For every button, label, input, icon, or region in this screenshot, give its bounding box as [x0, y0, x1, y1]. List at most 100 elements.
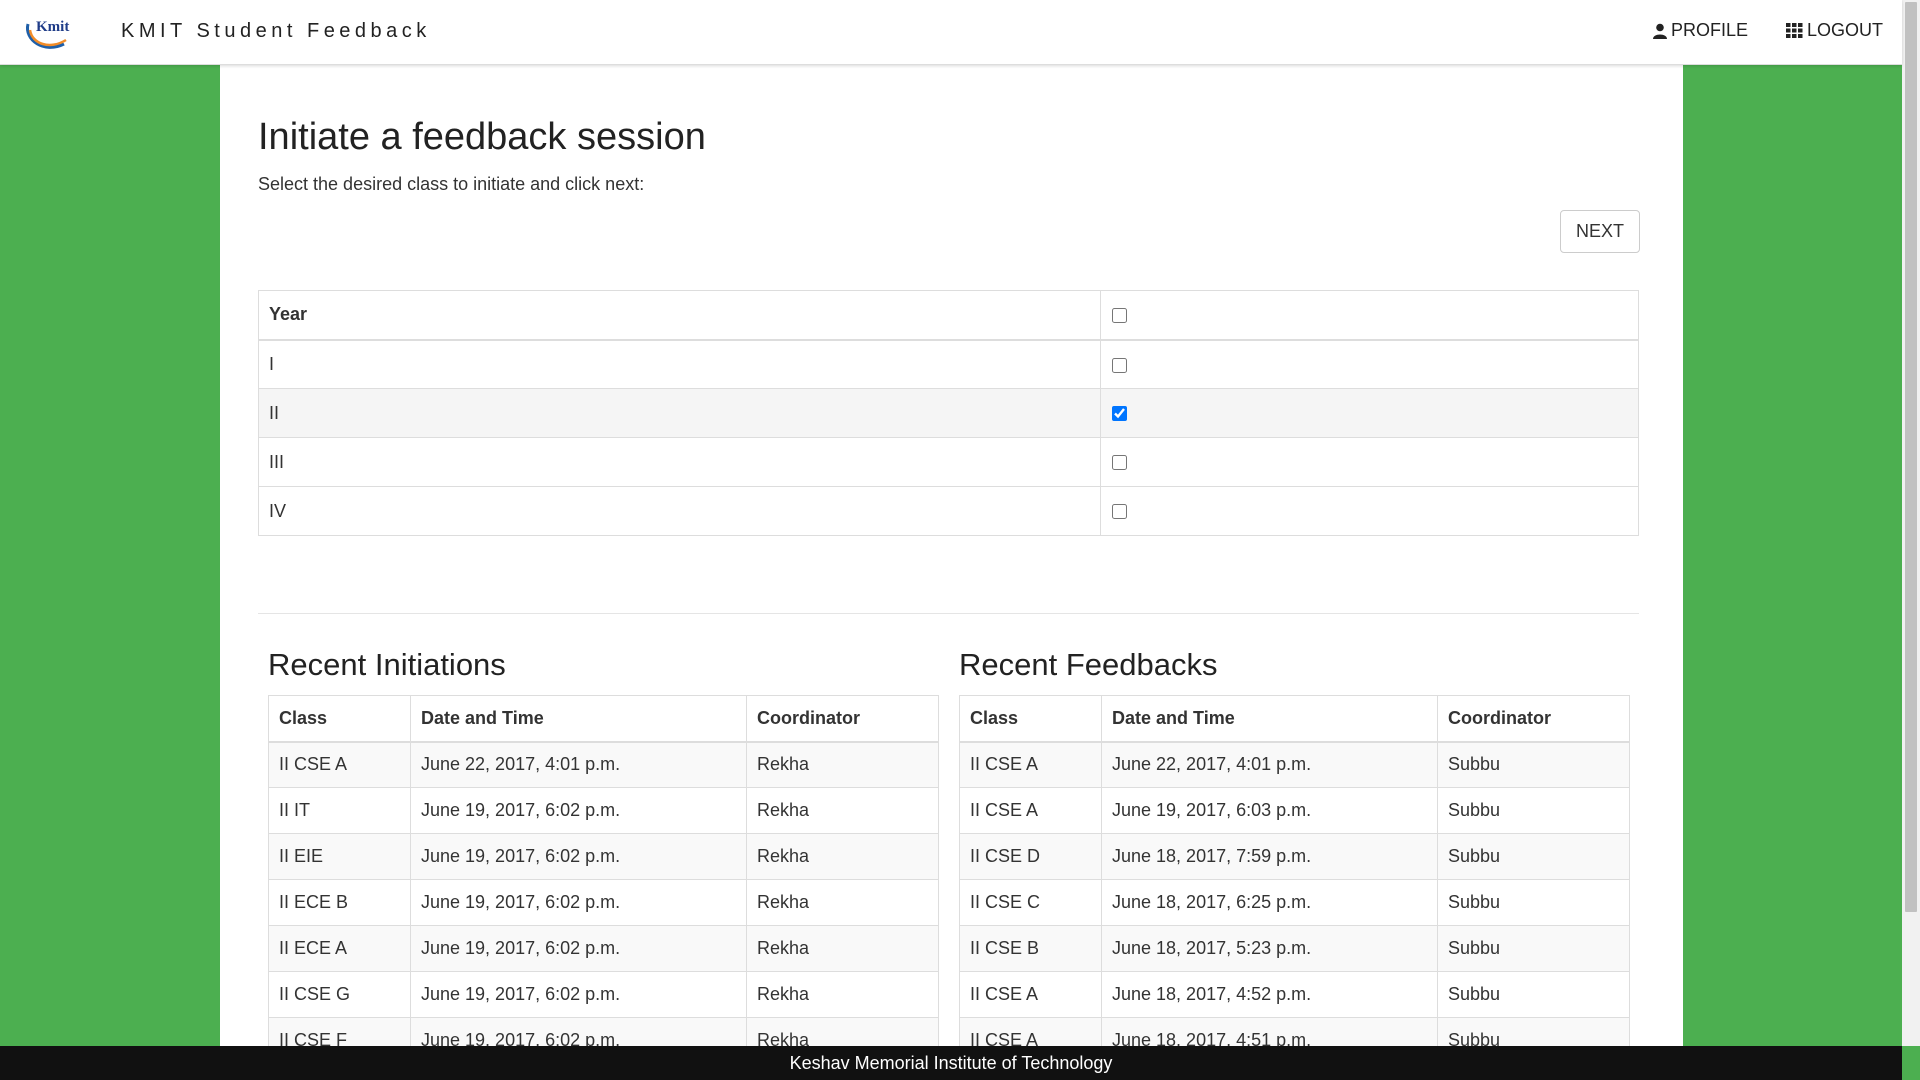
- year-label: IV: [258, 486, 1101, 536]
- cell-date-time: June 22, 2017, 4:01 p.m.: [410, 741, 747, 788]
- table-header-row: Class Date and Time Coordinator: [268, 695, 939, 743]
- cell-date-time: June 19, 2017, 6:02 p.m.: [410, 833, 747, 880]
- main-container: Initiate a feedback session Select the d…: [220, 65, 1683, 1046]
- year-header-row: Year: [258, 290, 1639, 341]
- table-row: II CSE A June 18, 2017, 4:51 p.m. Subbu: [959, 1017, 1630, 1046]
- cell-coordinator: Rekha: [746, 971, 939, 1018]
- cell-coordinator: Rekha: [746, 741, 939, 788]
- cell-date-time: June 19, 2017, 6:02 p.m.: [410, 971, 747, 1018]
- year-checkbox-i[interactable]: [1112, 357, 1127, 373]
- year-row: I: [258, 339, 1639, 389]
- profile-label: PROFILE: [1671, 20, 1749, 40]
- table-row: II CSE C June 18, 2017, 6:25 p.m. Subbu: [959, 879, 1630, 926]
- column-header-class: Class: [268, 695, 411, 743]
- cell-date-time: June 18, 2017, 4:51 p.m.: [1101, 1017, 1438, 1046]
- cell-date-time: June 19, 2017, 6:03 p.m.: [1101, 787, 1438, 834]
- table-row: II EIE June 19, 2017, 6:02 p.m. Rekha: [268, 833, 939, 880]
- grid-icon: [1786, 23, 1803, 38]
- cell-date-time: June 18, 2017, 5:23 p.m.: [1101, 925, 1438, 972]
- table-row: II ECE B June 19, 2017, 6:02 p.m. Rekha: [268, 879, 939, 926]
- table-row: II CSE D June 18, 2017, 7:59 p.m. Subbu: [959, 833, 1630, 880]
- cell-coordinator: Rekha: [746, 787, 939, 834]
- column-header-class: Class: [959, 695, 1102, 743]
- page-title: Initiate a feedback session: [258, 116, 706, 158]
- year-selection-table: Year I II III IV: [258, 290, 1639, 536]
- section-divider: [258, 613, 1639, 614]
- select-all-cell: [1100, 290, 1639, 341]
- year-check-cell: [1100, 437, 1639, 487]
- cell-coordinator: Rekha: [746, 879, 939, 926]
- table-row: II ECE A June 19, 2017, 6:02 p.m. Rekha: [268, 925, 939, 972]
- year-check-cell: [1100, 339, 1639, 389]
- footer: Keshav Memorial Institute of Technology: [0, 1046, 1902, 1080]
- cell-date-time: June 18, 2017, 6:25 p.m.: [1101, 879, 1438, 926]
- cell-coordinator: Rekha: [746, 1017, 939, 1046]
- cell-date-time: June 19, 2017, 6:02 p.m.: [410, 879, 747, 926]
- brand-title[interactable]: KMIT Student Feedback: [121, 20, 431, 43]
- table-row: II CSE F June 19, 2017, 6:02 p.m. Rekha: [268, 1017, 939, 1046]
- table-header-row: Class Date and Time Coordinator: [959, 695, 1630, 743]
- year-label: III: [258, 437, 1101, 487]
- year-row: II: [258, 388, 1639, 438]
- table-row: II CSE G June 19, 2017, 6:02 p.m. Rekha: [268, 971, 939, 1018]
- cell-class: II CSE B: [959, 925, 1102, 972]
- cell-date-time: June 22, 2017, 4:01 p.m.: [1101, 741, 1438, 788]
- year-checkbox-iv[interactable]: [1112, 504, 1127, 520]
- column-header-date: Date and Time: [410, 695, 747, 743]
- year-column-header: Year: [258, 290, 1101, 341]
- year-row: IV: [258, 486, 1639, 536]
- cell-coordinator: Subbu: [1437, 1017, 1630, 1046]
- cell-coordinator: Subbu: [1437, 741, 1630, 788]
- table-row: II CSE A June 22, 2017, 4:01 p.m. Subbu: [959, 741, 1630, 788]
- cell-date-time: June 18, 2017, 7:59 p.m.: [1101, 833, 1438, 880]
- cell-class: II IT: [268, 787, 411, 834]
- cell-class: II CSE D: [959, 833, 1102, 880]
- cell-class: II CSE F: [268, 1017, 411, 1046]
- profile-link[interactable]: PROFILE: [1653, 20, 1748, 41]
- cell-class: II CSE A: [959, 1017, 1102, 1046]
- page-subtitle: Select the desired class to initiate and…: [258, 174, 645, 194]
- recent-initiations-table: Class Date and Time Coordinator II CSE A…: [268, 695, 939, 1046]
- recent-feedbacks-table: Class Date and Time Coordinator II CSE A…: [959, 695, 1630, 1046]
- cell-class: II EIE: [268, 833, 411, 880]
- logout-label: LOGOUT: [1807, 20, 1884, 40]
- recent-initiations-title: Recent Initiations: [268, 647, 506, 682]
- table-row: II CSE A June 19, 2017, 6:03 p.m. Subbu: [959, 787, 1630, 834]
- cell-coordinator: Subbu: [1437, 925, 1630, 972]
- kmit-logo[interactable]: Kmit: [22, 10, 78, 54]
- cell-class: II CSE A: [959, 971, 1102, 1018]
- year-check-cell: [1100, 388, 1639, 438]
- user-icon: [1653, 23, 1667, 39]
- cell-class: II CSE A: [959, 787, 1102, 834]
- footer-text: Keshav Memorial Institute of Technology: [789, 1053, 1113, 1073]
- cell-class: II ECE A: [268, 925, 411, 972]
- cell-class: II ECE B: [268, 879, 411, 926]
- next-button[interactable]: NEXT: [1560, 210, 1640, 253]
- cell-coordinator: Rekha: [746, 925, 939, 972]
- table-row: II CSE A June 22, 2017, 4:01 p.m. Rekha: [268, 741, 939, 788]
- year-checkbox-ii[interactable]: [1112, 406, 1127, 422]
- cell-class: II CSE G: [268, 971, 411, 1018]
- year-checkbox-iii[interactable]: [1112, 455, 1127, 471]
- cell-class: II CSE A: [959, 741, 1102, 788]
- svg-text:Kmit: Kmit: [36, 19, 69, 35]
- recent-feedbacks-title: Recent Feedbacks: [959, 647, 1218, 682]
- cell-date-time: June 19, 2017, 6:02 p.m.: [410, 787, 747, 834]
- column-header-coordinator: Coordinator: [1437, 695, 1630, 743]
- cell-coordinator: Subbu: [1437, 787, 1630, 834]
- cell-coordinator: Subbu: [1437, 833, 1630, 880]
- column-header-date: Date and Time: [1101, 695, 1438, 743]
- cell-class: II CSE C: [959, 879, 1102, 926]
- column-header-coordinator: Coordinator: [746, 695, 939, 743]
- cell-class: II CSE A: [268, 741, 411, 788]
- cell-coordinator: Rekha: [746, 833, 939, 880]
- year-label: I: [258, 339, 1101, 389]
- cell-date-time: June 19, 2017, 6:02 p.m.: [410, 1017, 747, 1046]
- year-label: II: [258, 388, 1101, 438]
- cell-date-time: June 19, 2017, 6:02 p.m.: [410, 925, 747, 972]
- scrollbar-thumb[interactable]: [1905, 2, 1917, 912]
- year-check-cell: [1100, 486, 1639, 536]
- select-all-checkbox[interactable]: [1112, 308, 1127, 323]
- logout-link[interactable]: LOGOUT: [1786, 20, 1883, 41]
- top-navbar: Kmit KMIT Student Feedback PROFILE LOGOU…: [0, 0, 1902, 65]
